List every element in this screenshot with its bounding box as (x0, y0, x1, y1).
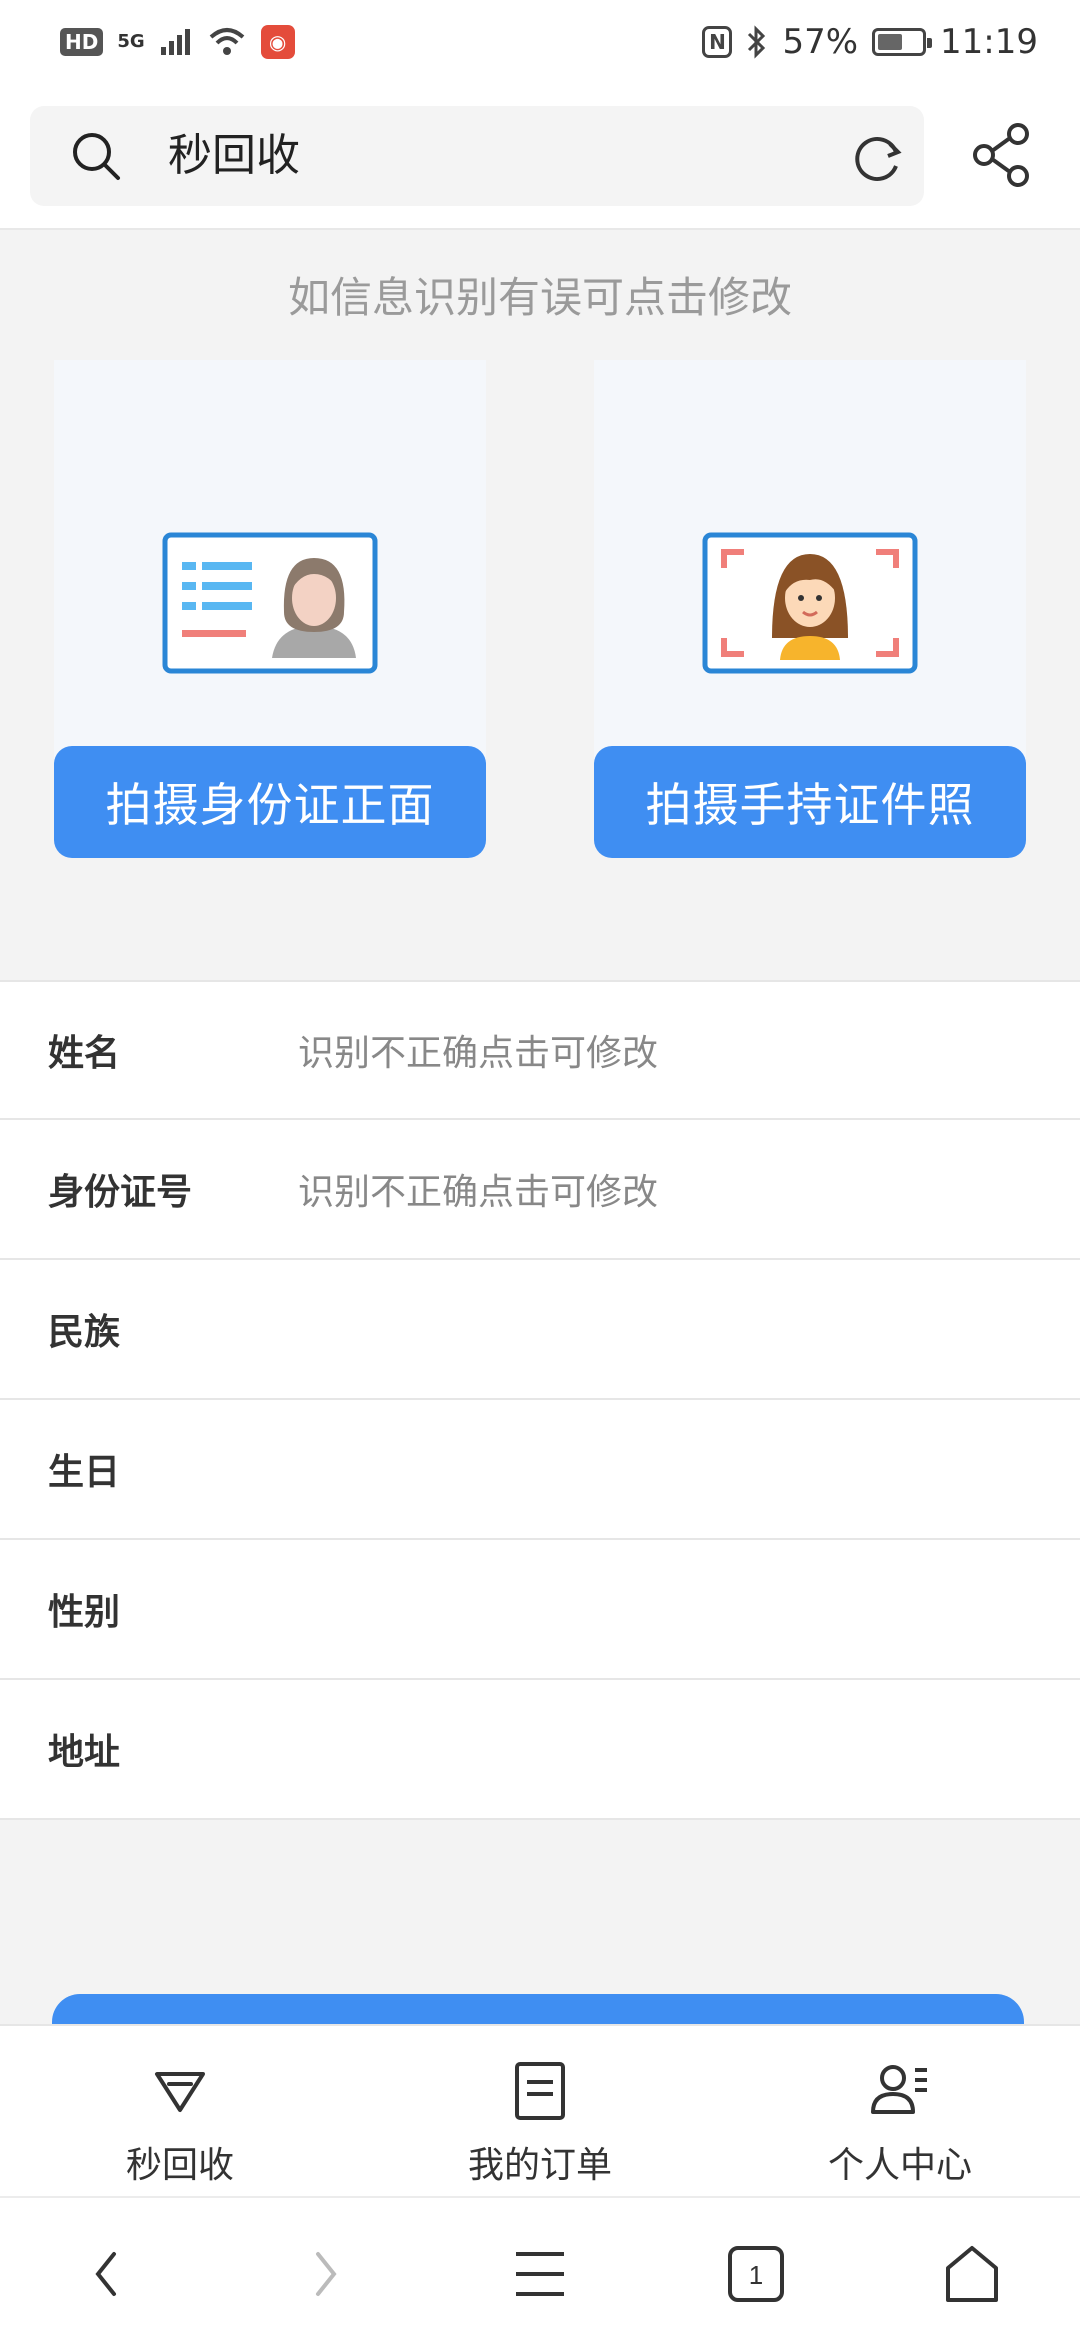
battery-percent: 57% (782, 22, 859, 62)
wifi-icon (209, 28, 244, 55)
name-value[interactable]: 识别不正确点击可修改 (298, 1024, 658, 1076)
ethnicity-row[interactable]: 民族 (0, 1260, 1080, 1400)
forward-icon (316, 2252, 337, 2296)
share-icon[interactable] (972, 122, 1030, 188)
tab-label-my-orders: 我的订单 (467, 2145, 612, 2186)
ethnicity-label: 民族 (48, 1312, 121, 1353)
home-button[interactable] (864, 2198, 1080, 2340)
signal-icon (160, 29, 190, 55)
tab-profile[interactable]: 个人中心 (720, 2026, 1080, 2196)
home-icon (946, 2246, 998, 2302)
app-screen: HD 5G ◉ N 57% 11:19 秒回收 如信息识别有误可点击修改 拍摄身… (0, 0, 1080, 2340)
birthday-label: 生日 (48, 1452, 121, 1493)
hd-badge: HD (60, 28, 104, 56)
birthday-row[interactable]: 生日 (0, 1400, 1080, 1540)
refresh-icon[interactable] (850, 130, 906, 186)
menu-button[interactable] (432, 2198, 648, 2340)
id-number-label: 身份证号 (48, 1172, 193, 1213)
tab-my-orders[interactable]: 我的订单 (360, 2026, 720, 2196)
menu-icon (516, 2252, 564, 2296)
order-list-icon (515, 2062, 565, 2120)
tab-label-quick-recycle: 秒回收 (125, 2145, 234, 2186)
back-button[interactable] (0, 2198, 216, 2340)
id-card-front-icon (162, 532, 378, 674)
search-bar[interactable]: 秒回收 (30, 106, 924, 206)
name-label: 姓名 (48, 1033, 121, 1074)
header: 秒回收 (0, 84, 1080, 230)
search-icon[interactable] (70, 130, 122, 182)
diamond-icon (155, 2072, 205, 2112)
battery-icon (872, 28, 933, 56)
edit-hint: 如信息识别有误可点击修改 (287, 273, 792, 322)
user-profile-icon (871, 2065, 927, 2114)
address-row[interactable]: 地址 (0, 1680, 1080, 1820)
handheld-id-card[interactable]: 拍摄手持证件照 (594, 360, 1026, 858)
browser-nav-bar: 1 (0, 2196, 1080, 2340)
name-row[interactable]: 姓名 识别不正确点击可修改 (0, 980, 1080, 1120)
status-left: HD 5G ◉ (60, 25, 295, 59)
face-capture-icon (702, 532, 918, 674)
app-notification-icon: ◉ (260, 25, 295, 59)
nfc-icon: N (702, 26, 733, 58)
status-bar: HD 5G ◉ N 57% 11:19 (0, 0, 1080, 84)
id-number-row[interactable]: 身份证号 识别不正确点击可修改 (0, 1120, 1080, 1260)
tab-label-profile: 个人中心 (827, 2145, 972, 2186)
bottom-tab-bar: 秒回收 我的订单 个人中心 (0, 2024, 1080, 2196)
id-front-card[interactable]: 拍摄身份证正面 (54, 360, 486, 858)
address-label: 地址 (48, 1732, 121, 1773)
tabs-button[interactable]: 1 (648, 2198, 864, 2340)
tabs-icon: 1 (728, 2246, 784, 2302)
tab-count: 1 (749, 2260, 763, 2290)
id-number-value[interactable]: 识别不正确点击可修改 (298, 1163, 658, 1215)
search-text[interactable]: 秒回收 (168, 130, 300, 182)
back-icon (95, 2252, 116, 2296)
clock: 11:19 (940, 22, 1038, 62)
status-right: N 57% 11:19 (702, 22, 1038, 62)
tab-quick-recycle[interactable]: 秒回收 (0, 2026, 360, 2196)
upload-section: 如信息识别有误可点击修改 拍摄身份证正面 拍摄手持证件照 (0, 230, 1080, 980)
capture-id-front-button[interactable]: 拍摄身份证正面 (54, 746, 486, 858)
id-info-form: 姓名 识别不正确点击可修改 身份证号 识别不正确点击可修改 民族 生日 性别 地… (0, 980, 1080, 1820)
capture-handheld-button[interactable]: 拍摄手持证件照 (594, 746, 1026, 858)
bluetooth-icon (748, 25, 766, 59)
gender-row[interactable]: 性别 (0, 1540, 1080, 1680)
gender-label: 性别 (48, 1592, 121, 1633)
network-type: 5G (117, 31, 145, 52)
forward-button[interactable] (216, 2198, 432, 2340)
